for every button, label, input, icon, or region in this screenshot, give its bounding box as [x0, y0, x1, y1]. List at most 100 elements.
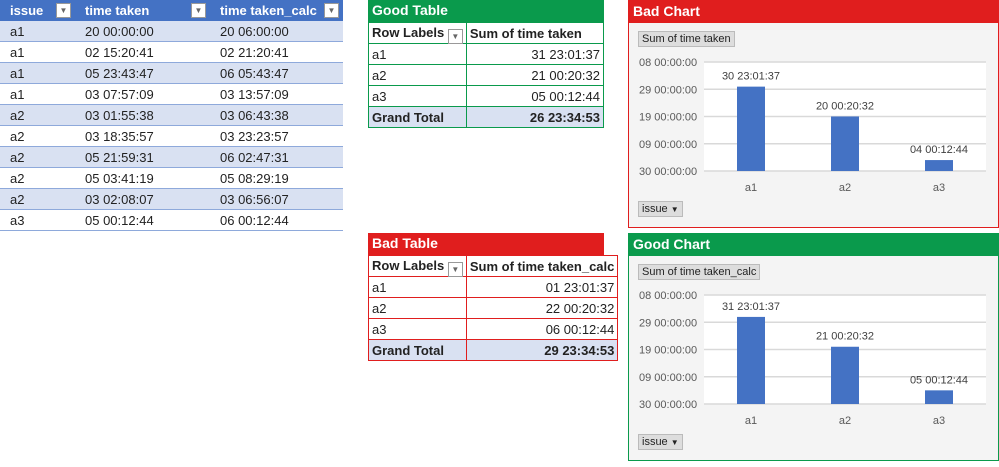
row-label[interactable]: a1	[368, 276, 467, 298]
table-cell[interactable]: 03 02:08:07	[75, 188, 210, 210]
y-tick-label: 19 00:00:00	[639, 112, 697, 124]
y-tick-label: 30 00:00:00	[639, 166, 697, 178]
table-cell[interactable]: 02 15:20:41	[75, 41, 210, 63]
grand-total-value: 26 23:34:53	[465, 106, 605, 128]
table-cell[interactable]: a1	[0, 62, 75, 84]
table-row: a1 31 23:01:37	[368, 43, 605, 65]
table-row: a2 03 18:35:57 03 23:23:57	[0, 125, 343, 147]
table-cell[interactable]: 05 03:41:19	[75, 167, 210, 189]
row-labels-header[interactable]: Row Labels ▼	[368, 22, 467, 44]
table-cell[interactable]: 03 01:55:38	[75, 104, 210, 126]
table-title: Good Table	[368, 0, 604, 22]
table-cell[interactable]: 05 08:29:19	[210, 167, 343, 189]
bar-a2[interactable]	[831, 346, 859, 404]
bar-a1[interactable]	[737, 316, 765, 404]
table-cell[interactable]: 03 13:57:09	[210, 83, 343, 105]
row-label[interactable]: a1	[368, 43, 467, 65]
chart-plot: 30 00:00:00 09 00:00:00 19 00:00:00 29 00:0…	[639, 57, 986, 194]
table-cell[interactable]: a2	[0, 104, 75, 126]
table-cell[interactable]: a2	[0, 167, 75, 189]
grand-total-label: Grand Total	[368, 106, 467, 128]
chart-title: Good Chart	[629, 234, 998, 256]
chart-frame: Bad Chart 30 00:00:00 09 00:00:00 19 00:00:…	[628, 0, 999, 228]
table-cell[interactable]: 03 07:57:09	[75, 83, 210, 105]
grand-total-row: Grand Total 29 23:34:53	[368, 339, 619, 361]
row-value[interactable]: 06 00:12:44	[465, 318, 619, 340]
x-tick-label: a2	[839, 182, 851, 194]
table-cell[interactable]: 03 06:43:38	[210, 104, 343, 126]
row-value[interactable]: 21 00:20:32	[465, 64, 605, 86]
table-cell[interactable]: 06 00:12:44	[210, 209, 343, 231]
filter-dropdown-icon[interactable]: ▼	[447, 261, 463, 277]
table-row: a1 01 23:01:37	[368, 276, 619, 298]
header-label: issue	[10, 3, 44, 18]
row-label[interactable]: a2	[368, 297, 467, 319]
table-cell[interactable]: a1	[0, 41, 75, 63]
axis-field-button[interactable]: issue ▼	[638, 434, 683, 450]
row-value[interactable]: 01 23:01:37	[465, 276, 619, 298]
series-field-button[interactable]: Sum of time taken_calc	[638, 264, 761, 280]
table-cell[interactable]: a2	[0, 146, 75, 168]
data-label: 21 00:20:32	[816, 331, 874, 343]
header-issue: issue ▼	[0, 0, 75, 21]
bar-a1[interactable]	[737, 86, 765, 171]
filter-dropdown-icon[interactable]: ▼	[191, 3, 206, 18]
table-title: Bad Table	[368, 233, 604, 255]
table-cell[interactable]: 06 02:47:31	[210, 146, 343, 168]
series-field-button[interactable]: Sum of time taken	[638, 31, 735, 47]
data-label: 05 00:12:44	[910, 374, 968, 386]
header-time-taken: time taken ▼	[75, 0, 210, 21]
filter-dropdown-icon[interactable]: ▼	[56, 3, 71, 18]
table-cell[interactable]: a3	[0, 209, 75, 231]
table-cell[interactable]: a2	[0, 188, 75, 210]
table-cell[interactable]: 03 06:56:07	[210, 188, 343, 210]
bar-a2[interactable]	[831, 116, 859, 171]
data-label: 30 23:01:37	[722, 71, 780, 83]
row-labels-header[interactable]: Row Labels ▼	[368, 255, 467, 277]
table-cell[interactable]: 05 21:59:31	[75, 146, 210, 168]
table-row: a3 05 00:12:44 06 00:12:44	[0, 209, 343, 231]
table-cell[interactable]: 20 06:00:00	[210, 21, 343, 42]
table-cell[interactable]: 05 00:12:44	[75, 209, 210, 231]
data-label: 20 00:20:32	[816, 100, 874, 112]
table-cell[interactable]: 03 18:35:57	[75, 125, 210, 147]
table-cell[interactable]: a2	[0, 125, 75, 147]
table-row: a2 03 02:08:07 03 06:56:07	[0, 188, 343, 210]
filter-dropdown-icon[interactable]: ▼	[324, 3, 339, 18]
x-tick-label: a1	[745, 415, 757, 427]
value-header: Sum of time taken_calc	[465, 255, 619, 277]
row-label[interactable]: a3	[368, 318, 467, 340]
row-value[interactable]: 22 00:20:32	[465, 297, 619, 319]
chart-frame: Good Chart 30 00:00:00 09 00:00:00 19 00:00…	[628, 233, 999, 461]
table-cell[interactable]: 03 23:23:57	[210, 125, 343, 147]
x-tick-label: a3	[933, 182, 945, 194]
y-tick-label: 29 00:00:00	[639, 84, 697, 96]
row-label[interactable]: a2	[368, 64, 467, 86]
table-cell[interactable]: 05 23:43:47	[75, 62, 210, 84]
header-label: time taken	[85, 3, 150, 18]
bar-a3[interactable]	[925, 160, 953, 171]
table-cell[interactable]: 06 05:43:47	[210, 62, 343, 84]
chart-plot: 30 00:00:00 09 00:00:00 19 00:00:00 29 00:0…	[639, 290, 986, 427]
table-cell[interactable]: 20 00:00:00	[75, 21, 210, 42]
table-row: a2 05 03:41:19 05 08:29:19	[0, 167, 343, 189]
table-cell[interactable]: 02 21:20:41	[210, 41, 343, 63]
row-label[interactable]: a3	[368, 85, 467, 107]
grand-total-label: Grand Total	[368, 339, 467, 361]
dropdown-arrow-icon: ▼	[670, 438, 679, 447]
filter-dropdown-icon[interactable]: ▼	[447, 28, 463, 44]
pivot-table: Row Labels ▼ Sum of time taken a1 31 23:01:…	[368, 22, 605, 128]
axis-field-label: issue	[642, 203, 668, 215]
row-value[interactable]: 05 00:12:44	[465, 85, 605, 107]
bar-a3[interactable]	[925, 390, 953, 404]
table-cell[interactable]: a1	[0, 83, 75, 105]
table-row: a2 05 21:59:31 06 02:47:31	[0, 146, 343, 168]
y-tick-label: 19 00:00:00	[639, 345, 697, 357]
table-cell[interactable]: a1	[0, 21, 75, 42]
axis-field-label: issue	[642, 436, 668, 448]
row-value[interactable]: 31 23:01:37	[465, 43, 605, 65]
y-tick-label: 29 00:00:00	[639, 317, 697, 329]
y-tick-label: 30 00:00:00	[639, 399, 697, 411]
axis-field-button[interactable]: issue ▼	[638, 201, 683, 217]
table-row: a3 06 00:12:44	[368, 318, 619, 340]
